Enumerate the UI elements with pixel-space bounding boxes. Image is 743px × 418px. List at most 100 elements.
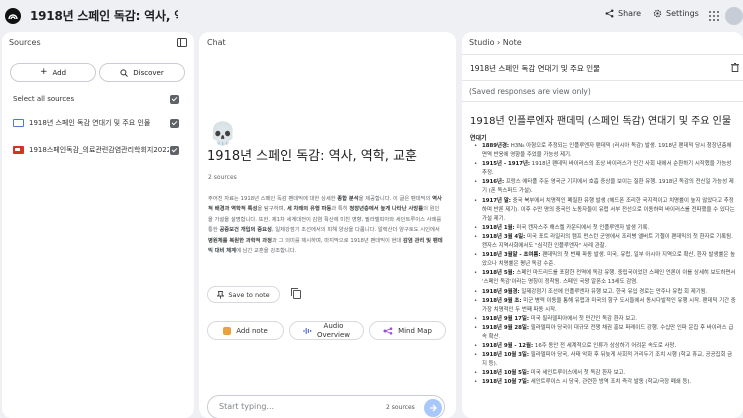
- timeline-date: 1916년:: [482, 179, 505, 186]
- timeline-text: H3N₈ 아형으로 추정되는 인플루엔자 팬데믹 (러시아 독감) 발생. 19…: [482, 143, 732, 159]
- timeline-date: 1918년 9월 28일:: [482, 324, 530, 331]
- copy-icon[interactable]: [291, 288, 301, 299]
- notebook-emoji: 💀: [209, 122, 237, 147]
- timeline-item: 1918년 10월 5일: 미국 세인트루이스에서 첫 독감 환자 보고.: [474, 369, 736, 378]
- breadcrumb-separator: ›: [497, 38, 501, 47]
- avatar[interactable]: [725, 7, 743, 25]
- add-note-button[interactable]: Add note: [207, 321, 284, 340]
- discover-label: Discover: [133, 68, 164, 77]
- select-all-label: Select all sources: [13, 95, 75, 103]
- summary-text: 주어진 자료는 1918년 스페인 독감 팬데믹에 대한 상세한: [208, 196, 338, 202]
- timeline-item: 1918년 3월 4일: 미국 포트 라일리의 캠프 펀스턴 군영에서 조리병 …: [474, 233, 736, 251]
- gear-icon: [653, 9, 662, 18]
- timeline-text: 16주 동안 전 세계적으로 인류가 상상하기 어려운 속도로 사망.: [533, 343, 677, 350]
- chat-input-box: 2 sources: [207, 395, 445, 418]
- pdf-source-icon: [13, 146, 24, 154]
- timeline-text: 일제강점기 조선에 인플루엔자 유행 보고. 한국 유입 경로는 만주나 유럽 …: [519, 288, 708, 295]
- divider: [462, 101, 743, 102]
- timeline-list: 1889년경: H3N₈ 아형으로 추정되는 인플루엔자 팬데믹 (러시아 독감…: [474, 142, 736, 388]
- timeline-text: 세인트루이스 시 당국, 관련한 방역 조치 즉각 발동 (학교/극장 폐쇄 등…: [529, 379, 692, 386]
- timeline-date: 1918년 9월경:: [482, 288, 520, 295]
- add-note-label: Add note: [236, 326, 268, 335]
- source-checkbox[interactable]: [170, 146, 179, 155]
- timeline-date: 1918년 9월 초:: [482, 297, 522, 304]
- summary-text: 에 남긴 교훈을 강조합니다.: [236, 248, 297, 255]
- sources-panel: Sources + Add Discover Select all source…: [2, 32, 194, 418]
- summary-text: 과 특히: [331, 206, 350, 213]
- summary-highlight: 청장년층에서 높게 나타난 사망률: [349, 206, 424, 213]
- mind-map-icon: [383, 326, 393, 335]
- plus-icon: +: [39, 67, 48, 77]
- audio-overview-button[interactable]: Audio Overview: [289, 321, 364, 340]
- send-button[interactable]: [424, 399, 442, 417]
- divider: [462, 54, 743, 55]
- timeline-text: 미국 세인트루이스에서 첫 독감 환자 보고.: [529, 370, 626, 377]
- notebook-heading: 1918년 스페인 독감: 역사, 역학, 교훈: [207, 149, 417, 164]
- timeline-item: 1918년 10월 7일: 세인트루이스 시 당국, 관련한 방역 조치 즉각 …: [474, 378, 736, 387]
- audio-overview-label-line2: Overview: [317, 330, 350, 339]
- source-item[interactable]: 1918년 스페인 독감 연대기 및 주요 인물: [13, 116, 185, 130]
- section-heading: 연대기: [470, 135, 487, 142]
- timeline-date: 1918년 5월:: [482, 270, 515, 277]
- timeline-date: 1918년 3월 4일:: [482, 233, 526, 240]
- select-all-checkbox[interactable]: [170, 95, 179, 104]
- summary-highlight: 공중보건 개입의 중요성: [219, 227, 272, 234]
- timeline-date: 1915년 - 1917년:: [482, 161, 531, 168]
- note-document-title: 1918년 인플루엔자 팬데믹 (스페인 독감) 연대기 및 주요 인물: [470, 116, 732, 127]
- settings-label: Settings: [666, 9, 699, 18]
- app-logo-icon[interactable]: [5, 8, 21, 24]
- add-source-button[interactable]: + Add: [10, 63, 96, 82]
- timeline-item: 1918년 9월 17일: 미국 필라델피아에서 첫 민간인 독감 환자 보고.: [474, 315, 736, 324]
- share-icon: [605, 9, 614, 18]
- source-checkbox[interactable]: [170, 119, 179, 128]
- note-title: 1918년 스페인 독감 연대기 및 주요 인물: [470, 64, 600, 73]
- divider: [462, 80, 743, 81]
- timeline-item: 1918년 3월말 - 초여름: 팬데믹의 첫 번째 파동 발생. 미국, 유럽…: [474, 251, 736, 269]
- timeline-item: 1918년 9월 초: 미군 병력 이동을 통해 유럽과 미국의 항구 도시들에…: [474, 297, 736, 315]
- breadcrumb: Studio › Note: [469, 38, 522, 47]
- timeline-item: 1915년 - 1917년: 1918년 팬데믹 바이러스의 조상 바이러스가 …: [474, 160, 736, 178]
- timeline-text: 미국 캔자스주 해스켈 카운티에서 첫 인플루엔자 발생 기록.: [514, 224, 650, 231]
- save-to-note-label: Save to note: [228, 290, 270, 299]
- timeline-date: 1917년 말:: [482, 197, 511, 204]
- add-source-label: Add: [52, 68, 67, 77]
- timeline-date: 1918년 10월 5일:: [482, 370, 530, 377]
- sources-panel-title: Sources: [9, 38, 41, 47]
- note-icon: [223, 326, 232, 335]
- timeline-item: 1918년 9월 28일: 필라델피아 당국이 대규모 전쟁 채권 홍보 퍼레이…: [474, 324, 736, 342]
- discover-button[interactable]: Discover: [99, 63, 185, 82]
- timeline-date: 1918년 10월 3일:: [482, 352, 530, 359]
- audio-overview-label-line1: Audio: [323, 321, 344, 330]
- timeline-item: 1916년: 프랑스 에타플 주둔 영국군 기지에서 호흡 증상을 보이는 질환…: [474, 178, 736, 196]
- timeline-item: 1918년 1월: 미국 캔자스주 해스켈 카운티에서 첫 인플루엔자 발생 기…: [474, 224, 736, 233]
- source-count: 2 sources: [208, 174, 237, 181]
- breadcrumb-studio[interactable]: Studio: [469, 38, 494, 47]
- trash-icon[interactable]: [731, 63, 739, 72]
- share-label: Share: [618, 9, 642, 18]
- timeline-text: 미국 필라델피아에서 첫 민간인 독감 환자 보고.: [529, 315, 637, 322]
- breadcrumb-note: Note: [502, 38, 522, 47]
- mind-map-button[interactable]: Mind Map: [369, 321, 446, 340]
- settings-button[interactable]: Settings: [653, 9, 699, 18]
- discover-icon: [120, 68, 129, 77]
- chat-input[interactable]: [219, 402, 369, 411]
- timeline-text: 중국 북부에서 치명적인 폐질환 유행 발생 (헤드폰 조리한 국지적이고 치명…: [482, 197, 735, 222]
- apps-grid-icon[interactable]: [709, 11, 719, 21]
- timeline-item: 1918년 9월경: 일제강점기 조선에 인플루엔자 유행 보고. 한국 유입 …: [474, 288, 736, 297]
- timeline-date: 1918년 1월:: [482, 224, 515, 231]
- summary-text: , 일제강점기 조선에서의 피해 양상을 다룹니다. 알렉산더 양구토도 시인에…: [271, 227, 440, 234]
- timeline-date: 1918년 3월말 - 초여름:: [482, 252, 541, 259]
- chat-panel-title: Chat: [207, 38, 226, 47]
- send-arrow-icon: [430, 404, 437, 412]
- source-item-label: 1918스페인독감_의료관련감염관리학회지2022...: [29, 146, 169, 154]
- save-to-note-button[interactable]: Save to note: [207, 286, 280, 303]
- notebook-title[interactable]: 1918년 스페인 독감: 역사, 역학, 교훈: [30, 7, 178, 24]
- summary-text: 을 제공합니다. 이 글은 팬데믹의: [358, 196, 433, 202]
- summary-highlight: 종합 분석: [337, 196, 359, 202]
- timeline-text: 프랑스 에타플 주둔 영국군 기지에서 호흡 증상을 보이는 질환 유행. 19…: [482, 179, 734, 195]
- share-button[interactable]: Share: [605, 9, 641, 18]
- collapse-panel-icon[interactable]: [177, 38, 187, 47]
- source-item[interactable]: 1918스페인독감_의료관련감염관리학회지2022...: [13, 143, 185, 157]
- notebook-summary: 주어진 자료는 1918년 스페인 독감 팬데믹에 대한 상세한 종합 분석을 …: [208, 194, 444, 272]
- timeline-item: 1889년경: H3N₈ 아형으로 추정되는 인플루엔자 팬데믹 (러시아 독감…: [474, 142, 736, 160]
